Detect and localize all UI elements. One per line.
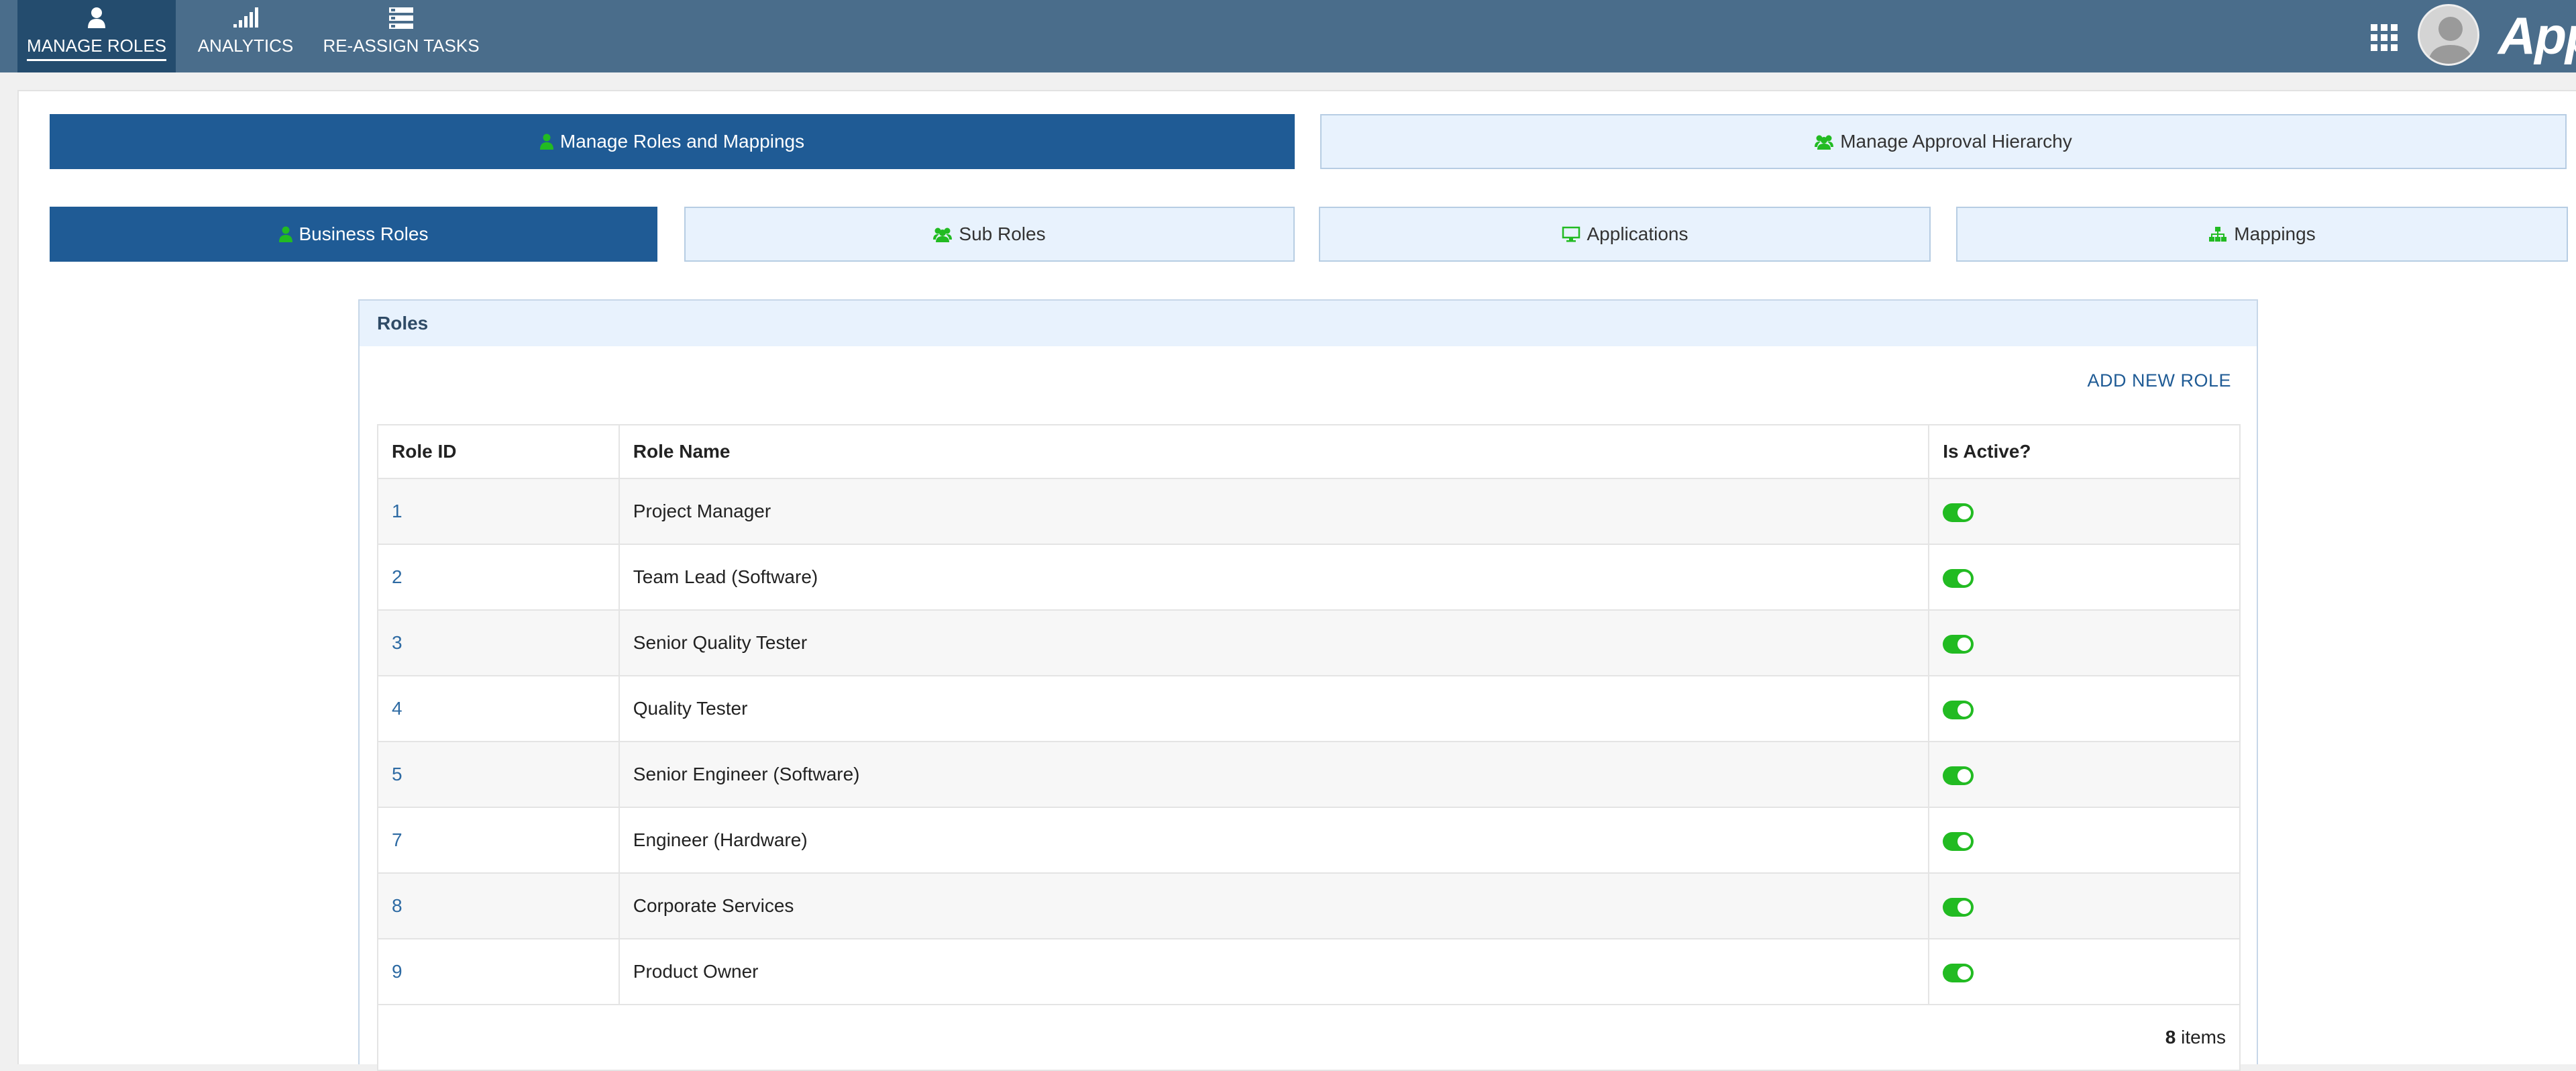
tab-applications[interactable]: Applications bbox=[1319, 207, 1931, 262]
table-footer-row: 8 items bbox=[377, 1004, 2241, 1071]
monitor-icon bbox=[1562, 226, 1580, 242]
role-id-link[interactable]: 4 bbox=[392, 698, 402, 719]
item-count-number: 8 bbox=[2165, 1027, 2176, 1048]
table-header-row: Role ID Role Name Is Active? bbox=[377, 424, 2241, 479]
tab-business-roles[interactable]: Business Roles bbox=[50, 207, 657, 262]
active-toggle-icon[interactable] bbox=[1943, 897, 1974, 917]
nav-label: RE-ASSIGN TASKS bbox=[323, 36, 480, 56]
nav-label: MANAGE ROLES bbox=[26, 36, 167, 61]
app-grid-icon[interactable] bbox=[2371, 24, 2398, 51]
tab-label: Applications bbox=[1587, 223, 1688, 244]
active-toggle-icon[interactable] bbox=[1943, 963, 1974, 982]
table-row: 9 Product Owner bbox=[377, 938, 2241, 1005]
role-id-link[interactable]: 8 bbox=[392, 895, 402, 916]
role-name: Team Lead (Software) bbox=[618, 544, 1930, 611]
item-count: 8 items bbox=[377, 1004, 2241, 1071]
roles-table: Role ID Role Name Is Active? 1 Project M… bbox=[377, 424, 2241, 1071]
person-icon bbox=[87, 7, 107, 33]
role-name: Senior Quality Tester bbox=[618, 609, 1930, 676]
tab-label: Manage Roles and Mappings bbox=[559, 131, 805, 152]
item-count-suffix: items bbox=[2181, 1027, 2226, 1048]
group-icon bbox=[1815, 134, 1834, 150]
column-header-role-name[interactable]: Role Name bbox=[618, 424, 1930, 479]
tab-label: Mappings bbox=[2234, 223, 2316, 244]
table-row: 8 Corporate Services bbox=[377, 872, 2241, 939]
tab-sub-roles[interactable]: Sub Roles bbox=[684, 207, 1295, 262]
person-icon bbox=[278, 226, 292, 242]
role-id-link[interactable]: 1 bbox=[392, 501, 402, 521]
user-avatar[interactable] bbox=[2418, 4, 2479, 66]
table-row: 4 Quality Tester bbox=[377, 675, 2241, 742]
table-row: 2 Team Lead (Software) bbox=[377, 544, 2241, 611]
active-toggle-icon[interactable] bbox=[1943, 568, 1974, 588]
table-row: 7 Engineer (Hardware) bbox=[377, 807, 2241, 874]
roles-section-title: Roles bbox=[360, 301, 2257, 346]
roles-section: Roles ADD NEW ROLE Role ID Role Name Is … bbox=[358, 299, 2258, 1071]
table-row: 1 Project Manager bbox=[377, 478, 2241, 545]
tab-label: Sub Roles bbox=[959, 223, 1046, 244]
active-toggle-icon[interactable] bbox=[1943, 831, 1974, 851]
active-toggle-icon[interactable] bbox=[1943, 634, 1974, 654]
tab-mappings[interactable]: Mappings bbox=[1956, 207, 2568, 262]
table-row: 3 Senior Quality Tester bbox=[377, 609, 2241, 676]
person-icon bbox=[539, 134, 553, 150]
active-toggle-icon[interactable] bbox=[1943, 503, 1974, 522]
sitemap-icon bbox=[2208, 226, 2227, 242]
tab-manage-roles-mappings[interactable]: Manage Roles and Mappings bbox=[50, 114, 1295, 169]
role-name: Quality Tester bbox=[618, 675, 1930, 742]
role-id-link[interactable]: 9 bbox=[392, 961, 402, 982]
nav-manage-roles[interactable]: MANAGE ROLES bbox=[17, 0, 176, 72]
top-navigation-bar: MANAGE ROLES ANALYTICS RE-ASSIGN TASKS A… bbox=[0, 0, 2576, 72]
role-name: Product Owner bbox=[618, 938, 1930, 1005]
active-toggle-icon[interactable] bbox=[1943, 700, 1974, 719]
role-id-link[interactable]: 7 bbox=[392, 829, 402, 850]
role-name: Engineer (Hardware) bbox=[618, 807, 1930, 874]
column-header-is-active[interactable]: Is Active? bbox=[1928, 424, 2241, 479]
brand-logo: Appian bbox=[2498, 6, 2576, 65]
role-name: Project Manager bbox=[618, 478, 1930, 545]
group-icon bbox=[933, 226, 953, 242]
role-name: Corporate Services bbox=[618, 872, 1930, 939]
role-id-link[interactable]: 2 bbox=[392, 566, 402, 587]
signal-bars-icon bbox=[232, 7, 259, 33]
column-header-role-id[interactable]: Role ID bbox=[377, 424, 620, 479]
tab-manage-approval-hierarchy[interactable]: Manage Approval Hierarchy bbox=[1320, 114, 2567, 169]
tab-label: Manage Approval Hierarchy bbox=[1840, 131, 2072, 152]
nav-analytics[interactable]: ANALYTICS bbox=[191, 0, 301, 72]
tasks-list-icon bbox=[388, 7, 414, 34]
role-id-link[interactable]: 3 bbox=[392, 632, 402, 653]
active-toggle-icon[interactable] bbox=[1943, 766, 1974, 785]
table-row: 5 Senior Engineer (Software) bbox=[377, 741, 2241, 808]
tab-label: Business Roles bbox=[299, 223, 429, 244]
role-id-link[interactable]: 5 bbox=[392, 764, 402, 784]
add-new-role-link[interactable]: ADD NEW ROLE bbox=[2087, 370, 2231, 391]
nav-reassign-tasks[interactable]: RE-ASSIGN TASKS bbox=[322, 0, 480, 72]
role-name: Senior Engineer (Software) bbox=[618, 741, 1930, 808]
nav-label: ANALYTICS bbox=[197, 36, 294, 56]
